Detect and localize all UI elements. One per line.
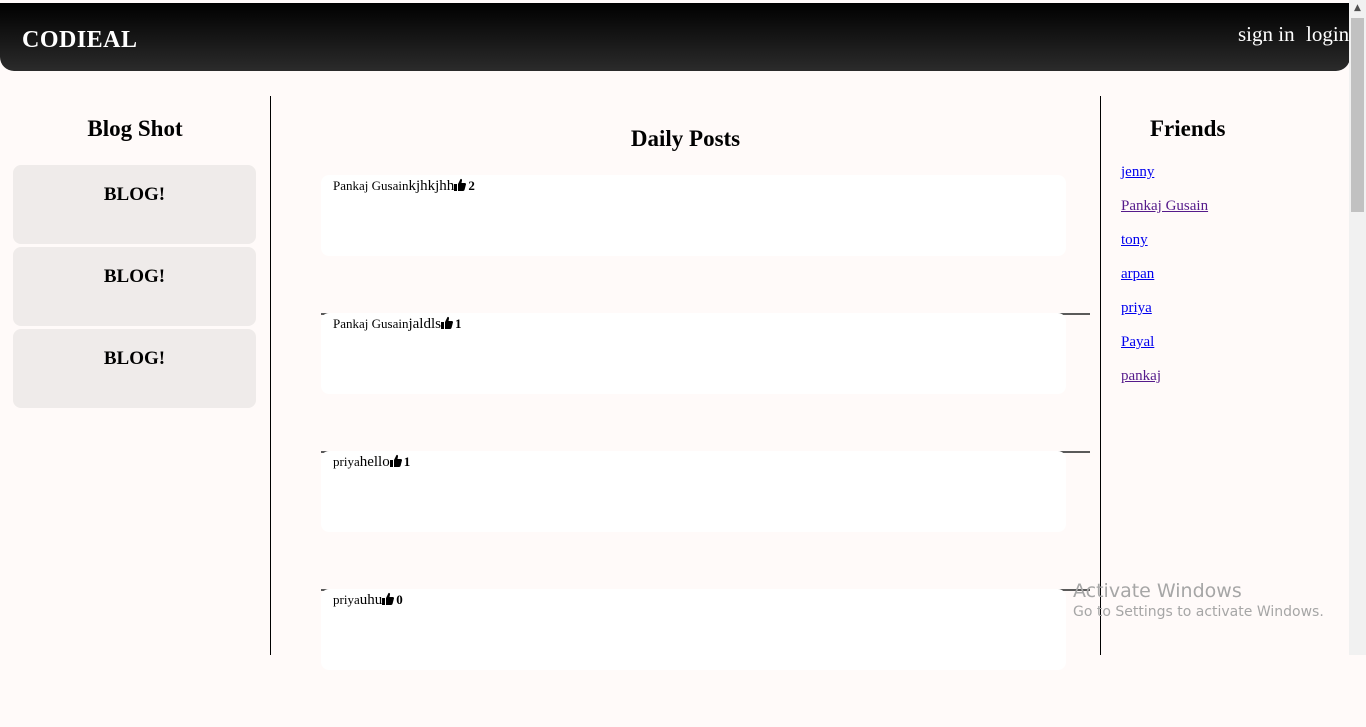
friend-link[interactable]: priya: [1121, 300, 1152, 317]
blog-card-label: BLOG!: [103, 348, 166, 369]
windows-activation-watermark: Activate Windows Go to Settings to activ…: [1073, 580, 1324, 620]
post-card: priyahello 1: [321, 451, 1066, 532]
post-author: Pankaj Gusain: [333, 178, 409, 193]
daily-posts-column: Daily Posts Pankaj Gusainkjhkjhh 2 Pankaj…: [271, 96, 1101, 670]
post-content: uhu: [359, 592, 383, 608]
friend-link[interactable]: tony: [1121, 232, 1148, 249]
blog-card-label: BLOG!: [103, 266, 166, 287]
blog-shot-title: Blog Shot: [87, 116, 183, 141]
post-content: kjhkjhh: [408, 178, 455, 194]
like-count: 1: [454, 316, 462, 331]
post-card: Pankaj Gusainjaldls 1: [321, 313, 1066, 394]
post-item: Pankaj Gusainjaldls 1: [321, 313, 1090, 453]
navbar: CODIEAL sign in login: [0, 3, 1350, 71]
login-link[interactable]: login: [1306, 22, 1349, 47]
like-count: 1: [403, 454, 411, 469]
friend-link[interactable]: pankaj: [1121, 368, 1161, 385]
blog-card-label: BLOG!: [103, 184, 166, 205]
post-author: Pankaj Gusain: [333, 316, 409, 331]
post-content: hello: [359, 454, 390, 470]
post-card: Pankaj Gusainkjhkjhh 2: [321, 175, 1066, 256]
post-content: jaldls: [408, 316, 441, 332]
scrollbar-thumb[interactable]: [1351, 18, 1364, 212]
page-body: CODIEAL sign in login Blog Shot BLOG! BL…: [0, 0, 1350, 670]
daily-posts-title: Daily Posts: [630, 126, 741, 151]
blog-shot-column: Blog Shot BLOG! BLOG! BLOG!: [0, 96, 271, 655]
blog-card[interactable]: BLOG!: [13, 165, 256, 244]
blog-card[interactable]: BLOG!: [13, 247, 256, 326]
friends-title: Friends: [1150, 116, 1226, 141]
brand-logo[interactable]: CODIEAL: [22, 27, 138, 54]
post-author: priya: [333, 592, 360, 607]
post-item: priyauhu 0: [321, 589, 1090, 727]
friend-link[interactable]: Payal: [1121, 334, 1154, 351]
like-count: 0: [396, 592, 403, 607]
like-count: 2: [468, 178, 475, 193]
watermark-title: Activate Windows: [1073, 580, 1242, 602]
thumbs-up-icon[interactable]: [454, 178, 467, 191]
watermark-subtitle: Go to Settings to activate Windows.: [1073, 604, 1324, 620]
blog-card[interactable]: BLOG!: [13, 329, 256, 408]
thumbs-up-icon[interactable]: [440, 316, 453, 329]
friend-link[interactable]: Pankaj Gusain: [1121, 198, 1208, 215]
friends-column: Friends jenny Pankaj Gusain tony arpan p…: [1101, 96, 1349, 655]
post-card: priyauhu 0: [321, 589, 1066, 670]
post-author: priya: [333, 454, 360, 469]
thumbs-up-icon[interactable]: [382, 592, 395, 605]
thumbs-up-icon[interactable]: [389, 454, 402, 467]
post-item: Pankaj Gusainkjhkjhh 2: [321, 175, 1090, 315]
vertical-scrollbar[interactable]: ▲: [1349, 0, 1366, 655]
chevron-up-icon[interactable]: ▲: [1349, 0, 1366, 17]
friend-link[interactable]: arpan: [1121, 266, 1154, 283]
friend-link[interactable]: jenny: [1121, 164, 1154, 181]
post-item: priyahello 1: [321, 451, 1090, 591]
sign-in-link[interactable]: sign in: [1238, 22, 1295, 47]
